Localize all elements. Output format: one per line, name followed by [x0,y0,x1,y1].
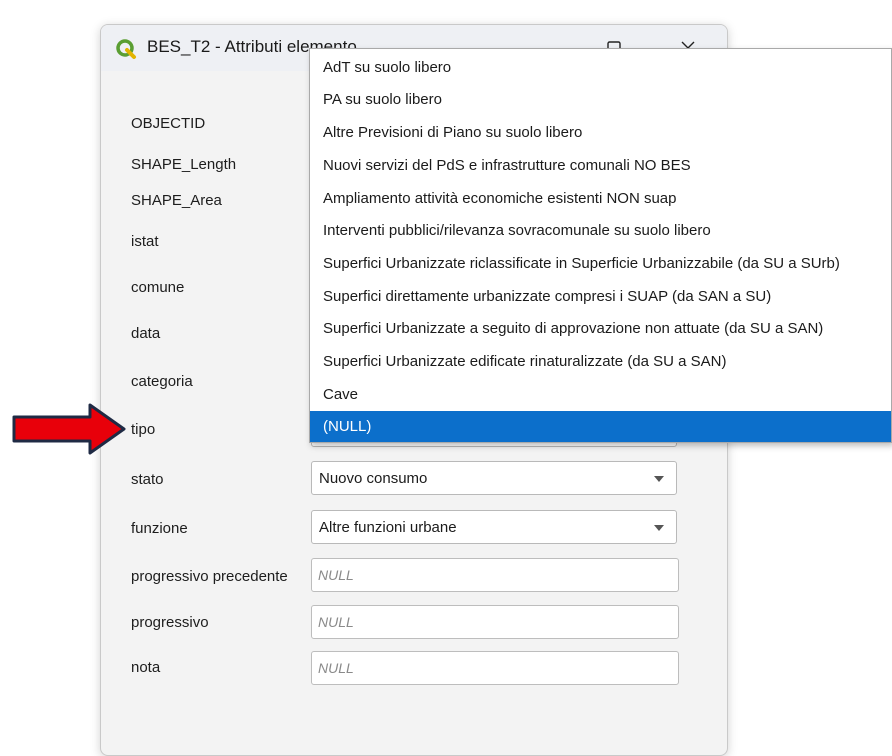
dropdown-option[interactable]: Superfici Urbanizzate a seguito di appro… [310,313,891,345]
dropdown-option[interactable]: PA su suolo libero [310,84,891,116]
label-stato: stato [131,471,164,488]
dropdown-option[interactable]: Nuovi servizi del PdS e infrastrutture c… [310,150,891,182]
stato-value: Nuovo consumo [319,470,428,487]
stato-combobox[interactable]: Nuovo consumo [311,461,677,495]
label-nota: nota [131,659,161,676]
funzione-combobox[interactable]: Altre funzioni urbane [311,510,677,544]
funzione-value: Altre funzioni urbane [319,519,457,536]
dropdown-option[interactable]: Superfici direttamente urbanizzate compr… [310,281,891,313]
label-comune: comune [131,279,185,296]
progressivo-precedente-input[interactable]: NULL [311,558,679,592]
dropdown-option[interactable]: Superfici Urbanizzate riclassificate in … [310,248,891,280]
label-objectid: OBJECTID [131,115,206,132]
tipo-dropdown-list[interactable]: AdT su suolo libero PA su suolo libero A… [309,48,892,443]
label-tipo: tipo [131,421,156,438]
label-funzione: funzione [131,520,188,537]
nota-input[interactable]: NULL [311,651,679,685]
label-istat: istat [131,233,159,250]
label-shape-length: SHAPE_Length [131,156,237,173]
dropdown-option[interactable]: AdT su suolo libero [310,52,891,84]
dropdown-option[interactable]: Interventi pubblici/rilevanza sovracomun… [310,215,891,247]
chevron-down-icon [654,525,664,531]
label-categoria: categoria [131,373,193,390]
red-arrow-icon [12,403,126,455]
chevron-down-icon [654,476,664,482]
progressivo-precedente-placeholder: NULL [318,567,354,583]
progressivo-input[interactable]: NULL [311,605,679,639]
dropdown-option[interactable]: Altre Previsioni di Piano su suolo liber… [310,117,891,149]
label-data: data [131,325,161,342]
label-progressivo: progressivo [131,614,209,631]
label-shape-area: SHAPE_Area [131,192,222,209]
dropdown-option-selected[interactable]: (NULL) [310,411,891,442]
nota-placeholder: NULL [318,660,354,676]
dropdown-option[interactable]: Ampliamento attività economiche esistent… [310,183,891,215]
qgis-logo-icon [116,39,136,59]
dropdown-option[interactable]: Cave [310,379,891,411]
dropdown-option[interactable]: Superfici Urbanizzate edificate rinatura… [310,346,891,378]
progressivo-placeholder: NULL [318,614,354,630]
label-progressivo-precedente: progressivo precedente [131,568,288,585]
